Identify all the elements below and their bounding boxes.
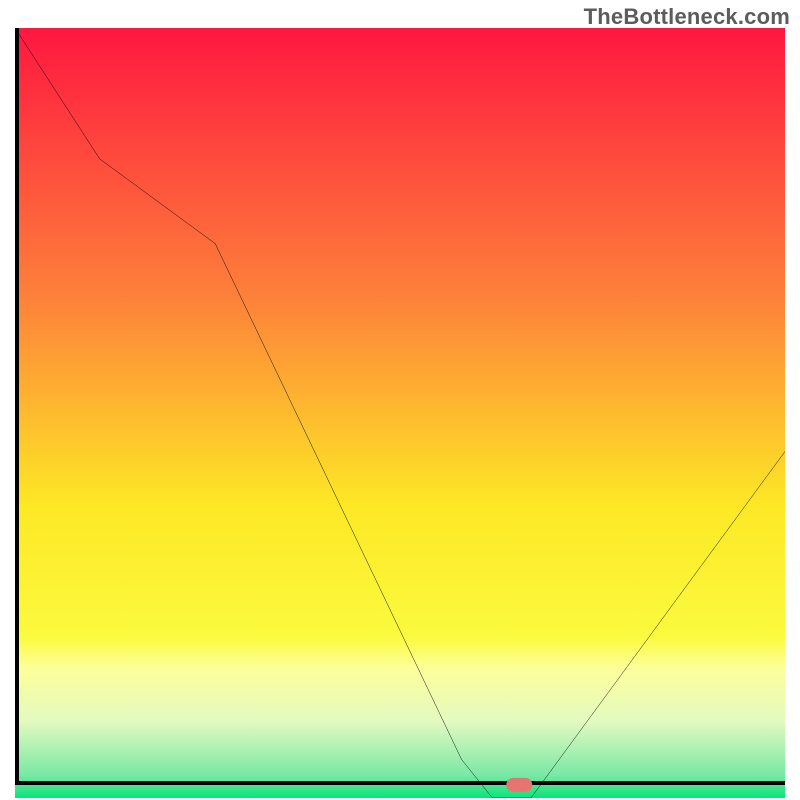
bottleneck-curve [15, 28, 785, 798]
y-axis [15, 28, 19, 785]
curve-path [15, 28, 785, 798]
x-axis [15, 781, 785, 785]
chart-container: TheBottleneck.com [0, 0, 800, 800]
plot-area [15, 28, 785, 785]
watermark-text: TheBottleneck.com [584, 4, 790, 30]
optimal-marker [507, 778, 532, 792]
